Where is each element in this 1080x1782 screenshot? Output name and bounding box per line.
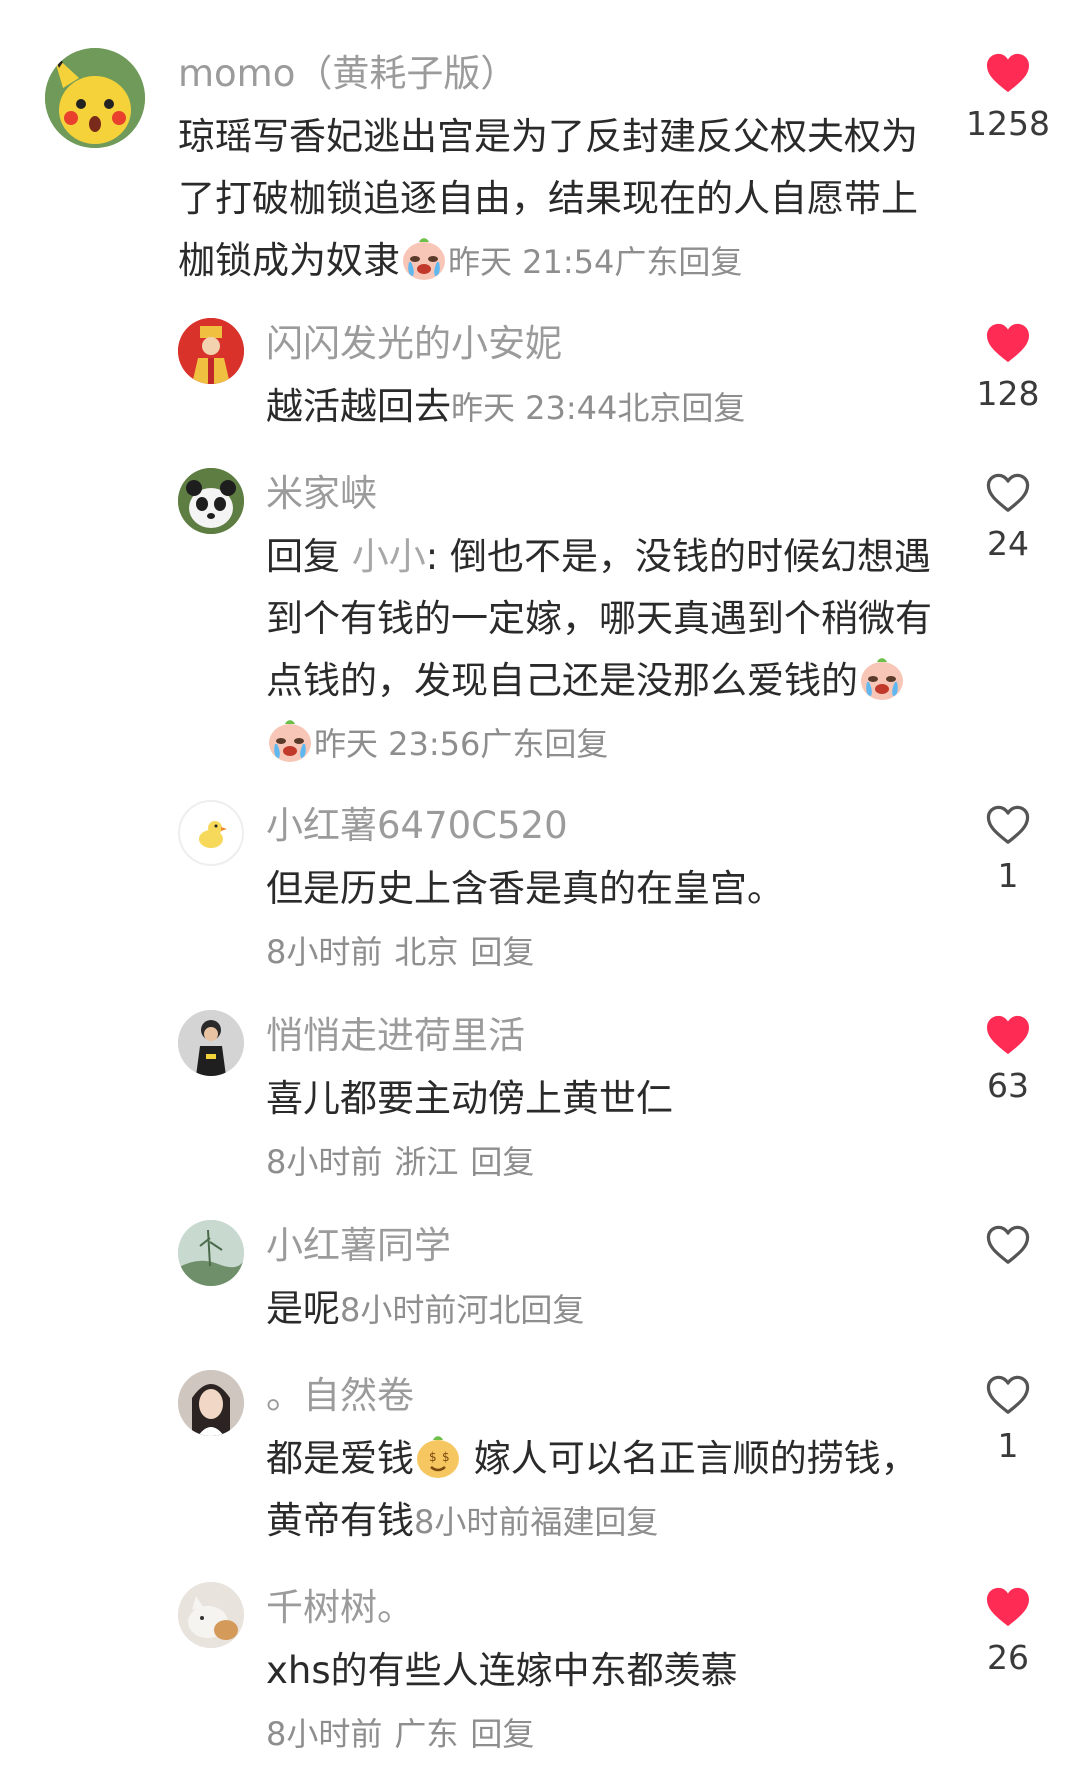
panda-avatar[interactable]	[178, 468, 244, 534]
like-button[interactable]: 26	[960, 1586, 1056, 1680]
comment-time: 8小时前	[266, 1143, 383, 1181]
comment-location: 广东	[394, 1715, 459, 1753]
reply-button[interactable]: 回复	[681, 389, 745, 427]
like-button[interactable]: 1	[960, 804, 1056, 898]
duck-avatar[interactable]	[178, 800, 244, 866]
like-count: 1	[997, 856, 1019, 895]
comment-text: 喜儿都要主动傍上黄世仁	[266, 1077, 673, 1120]
like-count: 26	[987, 1638, 1029, 1677]
comment-location: 北京	[617, 389, 682, 427]
comment-location: 河北	[456, 1291, 521, 1329]
money-emoji-icon	[415, 1434, 461, 1480]
comment-text: 琼瑶写香妃逃出宫是为了反封建反父权夫权为了打破枷锁追逐自由，结果现在的人自愿带上…	[178, 115, 918, 282]
comment-author[interactable]: 悄悄走进荷里活	[266, 1010, 940, 1062]
comment-location: 广东	[480, 725, 545, 763]
comment-location: 广东	[614, 243, 679, 281]
nature-avatar[interactable]	[178, 1220, 244, 1286]
comment-time: 8小时前	[414, 1503, 531, 1541]
comment-time: 8小时前	[266, 1715, 383, 1753]
reply-button[interactable]: 回复	[470, 933, 534, 971]
like-count: 1258	[966, 104, 1050, 143]
heart-outline-icon	[985, 804, 1031, 846]
like-button[interactable]: 128	[960, 322, 1056, 416]
comment-text: 但是历史上含香是真的在皇宫。	[266, 867, 784, 910]
heart-outline-icon	[985, 472, 1031, 514]
comment-author[interactable]: 小红薯6470C520	[266, 800, 940, 852]
comment-time: 8小时前	[340, 1291, 457, 1329]
comment-author[interactable]: 。自然卷	[266, 1370, 940, 1422]
reply-to-user[interactable]: 小小	[352, 535, 426, 578]
girl-avatar[interactable]	[178, 1370, 244, 1436]
crying-emoji-icon	[859, 656, 905, 702]
comment-time: 昨天 23:44	[451, 389, 618, 427]
comment-text: 都是爱钱 嫁人可以名正言顺的捞钱，黄帝有钱8小时前福建回复	[266, 1428, 940, 1553]
heart-filled-icon	[985, 52, 1031, 94]
comment-author[interactable]: 千树树。	[266, 1582, 940, 1634]
heart-filled-icon	[985, 1014, 1031, 1056]
comment-author[interactable]: momo（黄耗子版）	[178, 48, 940, 100]
reply-button[interactable]: 回复	[470, 1143, 534, 1181]
comment-time: 昨天 23:56	[314, 725, 481, 763]
comment-author[interactable]: 米家峡	[266, 468, 940, 520]
heart-filled-icon	[985, 322, 1031, 364]
child-avatar[interactable]	[178, 1010, 244, 1076]
pikachu-avatar[interactable]	[45, 48, 145, 148]
comment-author[interactable]: 闪闪发光的小安妮	[266, 318, 940, 370]
reply-button[interactable]: 回复	[470, 1715, 534, 1753]
like-button[interactable]: 1	[960, 1374, 1056, 1468]
comment-location: 浙江	[394, 1143, 459, 1181]
comment-author[interactable]: 小红薯同学	[266, 1220, 940, 1272]
like-count: 63	[987, 1066, 1029, 1105]
heart-filled-icon	[985, 1586, 1031, 1628]
red-figure-avatar[interactable]	[178, 318, 244, 384]
comment-time: 8小时前	[266, 933, 383, 971]
like-button[interactable]: 63	[960, 1014, 1056, 1108]
reply-button[interactable]: 回复	[544, 725, 608, 763]
reply-button[interactable]: 回复	[520, 1291, 584, 1329]
reply-prefix: 回复	[266, 535, 340, 578]
comment-time: 昨天 21:54	[448, 243, 615, 281]
reply-button[interactable]: 回复	[678, 243, 742, 281]
heart-outline-icon	[985, 1374, 1031, 1416]
cat-avatar[interactable]	[178, 1582, 244, 1648]
reply-button[interactable]: 回复	[594, 1503, 658, 1541]
heart-outline-icon	[985, 1224, 1031, 1266]
comment-text: 越活越回去昨天 23:44北京回复	[266, 385, 746, 428]
like-button[interactable]	[960, 1224, 1056, 1274]
comment-text: xhs的有些人连嫁中东都羡慕	[266, 1649, 738, 1692]
comment-location: 福建	[530, 1503, 595, 1541]
crying-emoji-icon	[401, 236, 447, 282]
comment-text: 回复 小小: 倒也不是，没钱的时候幻想遇到个有钱的一定嫁，哪天真遇到个稍微有点钱…	[266, 535, 932, 764]
comment-location: 北京	[394, 933, 459, 971]
comment-text: 是呢8小时前河北回复	[266, 1287, 585, 1330]
like-count: 1	[997, 1426, 1019, 1465]
like-button[interactable]: 24	[960, 472, 1056, 566]
crying-emoji-icon	[267, 718, 313, 764]
like-count: 128	[976, 374, 1040, 413]
like-count: 24	[987, 524, 1029, 563]
like-button[interactable]: 1258	[960, 52, 1056, 146]
